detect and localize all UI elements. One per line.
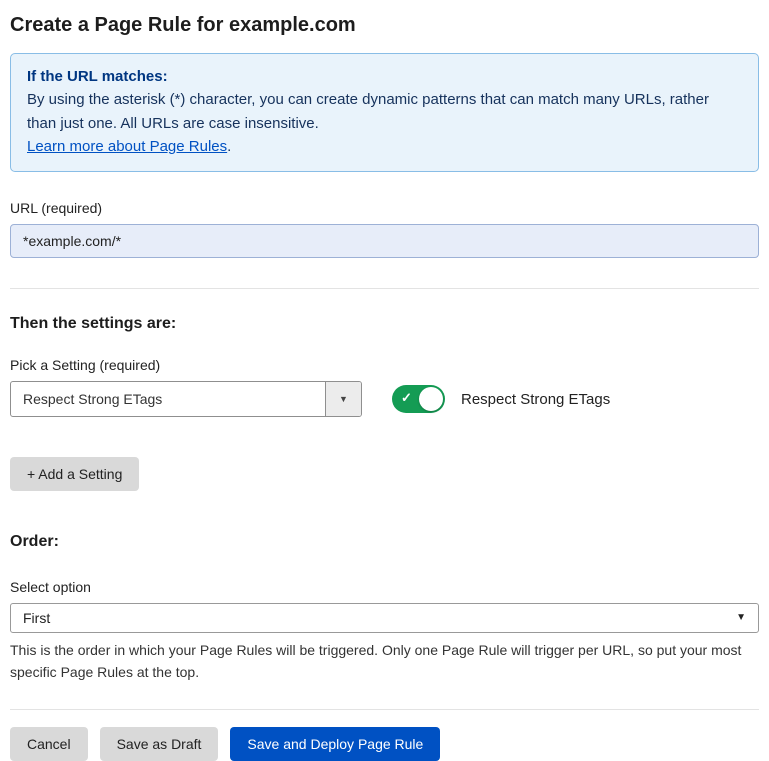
setting-row: Respect Strong ETags ▼ ✓ Respect Strong … <box>10 381 759 417</box>
order-select[interactable]: First ▼ <box>10 603 759 633</box>
link-suffix: . <box>227 138 231 155</box>
learn-more-link[interactable]: Learn more about Page Rules <box>27 138 227 155</box>
info-box-body: By using the asterisk (*) character, you… <box>27 88 742 135</box>
respect-strong-etags-toggle[interactable]: ✓ <box>392 385 445 413</box>
order-heading: Order: <box>10 533 759 551</box>
order-help-text: This is the order in which your Page Rul… <box>10 640 759 683</box>
chevron-down-icon: ▼ <box>736 613 746 623</box>
footer-divider <box>10 709 759 710</box>
save-draft-button[interactable]: Save as Draft <box>100 727 219 761</box>
info-box-heading: If the URL matches: <box>27 65 742 88</box>
cancel-button[interactable]: Cancel <box>10 727 88 761</box>
setting-combobox-value: Respect Strong ETags <box>11 382 325 416</box>
page-title: Create a Page Rule for example.com <box>10 14 759 37</box>
url-input[interactable] <box>10 224 759 258</box>
pick-setting-label: Pick a Setting (required) <box>10 357 759 373</box>
setting-dropdown-button[interactable]: ▼ <box>325 382 361 416</box>
section-divider <box>10 288 759 289</box>
info-box-link-line: Learn more about Page Rules. <box>27 135 742 158</box>
add-setting-button[interactable]: + Add a Setting <box>10 457 139 491</box>
url-match-info-box: If the URL matches: By using the asteris… <box>10 53 759 172</box>
chevron-down-icon: ▼ <box>339 395 348 404</box>
order-select-label: Select option <box>10 579 759 595</box>
footer-actions: Cancel Save as Draft Save and Deploy Pag… <box>10 727 759 761</box>
toggle-label: Respect Strong ETags <box>461 391 610 408</box>
setting-combobox[interactable]: Respect Strong ETags ▼ <box>10 381 362 417</box>
check-icon: ✓ <box>401 390 412 407</box>
create-page-rule-form: Create a Page Rule for example.com If th… <box>0 0 769 761</box>
save-deploy-button[interactable]: Save and Deploy Page Rule <box>230 727 440 761</box>
toggle-knob <box>419 387 443 411</box>
order-select-value: First <box>23 610 736 626</box>
settings-heading: Then the settings are: <box>10 315 759 333</box>
url-field-label: URL (required) <box>10 200 759 216</box>
